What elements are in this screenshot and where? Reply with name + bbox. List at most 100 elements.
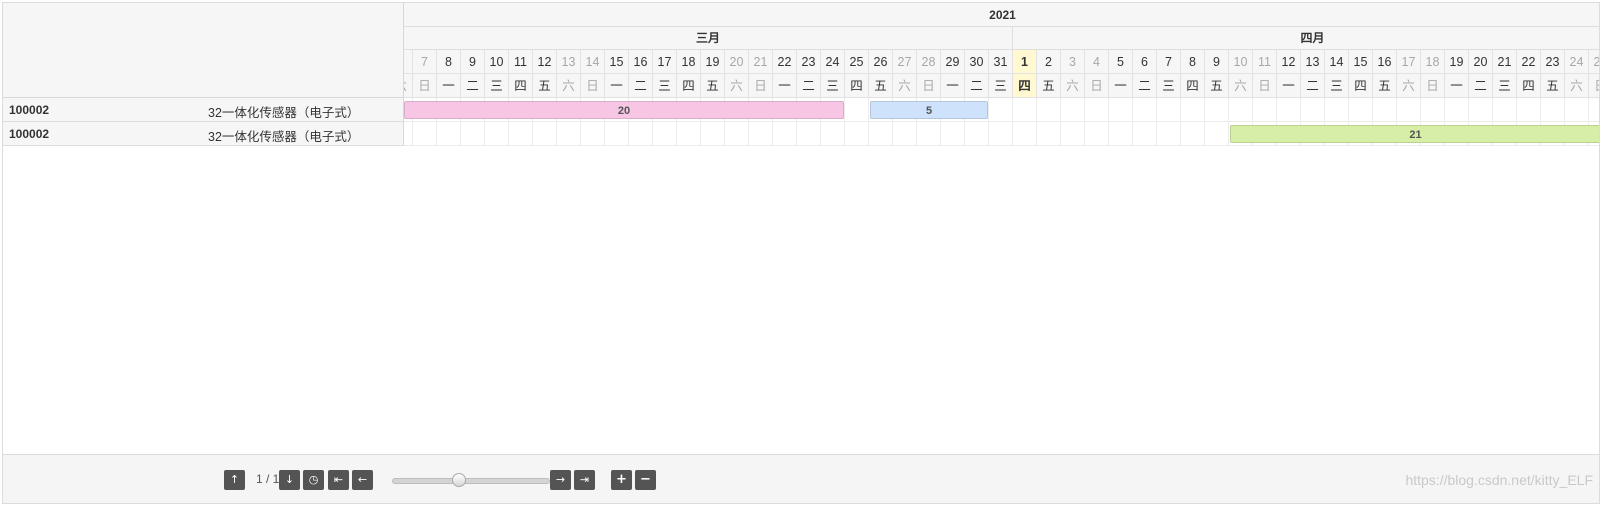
- minus-icon[interactable]: −: [635, 470, 656, 490]
- timeline-area: 2021 三月四月 六7日8一9二10三11四12五13六14日15一16二17…: [404, 3, 1599, 454]
- grid-cell: [1085, 122, 1109, 146]
- arrow-right-icon[interactable]: →: [550, 470, 571, 490]
- weekday-label: 五: [1373, 74, 1397, 98]
- grid-cell: [917, 122, 941, 146]
- weekday-label: 五: [533, 74, 557, 98]
- weekday-label: 三: [1493, 74, 1517, 98]
- grid-cell: [1061, 122, 1085, 146]
- grid-cell: [1517, 98, 1541, 122]
- weekday-label: 一: [1277, 74, 1301, 98]
- grid-cell: [1205, 122, 1229, 146]
- day-number: 18: [1421, 50, 1445, 74]
- grid-cell: [1277, 98, 1301, 122]
- weekday-label: 二: [461, 74, 485, 98]
- weekday-label: 五: [1541, 74, 1565, 98]
- grid-cell: [1157, 98, 1181, 122]
- weekday-label: 四: [1349, 74, 1373, 98]
- month-label: 四月: [1013, 27, 1599, 50]
- grid-cell: [1037, 98, 1061, 122]
- weekday-label: 日: [1421, 74, 1445, 98]
- grid-cell: [869, 122, 893, 146]
- weekday-label: 六: [1061, 74, 1085, 98]
- grid-cell: [1541, 98, 1565, 122]
- grid-cell: [404, 122, 413, 146]
- grid-cell: [533, 122, 557, 146]
- plus-icon[interactable]: +: [611, 470, 632, 490]
- task-row[interactable]: 100002 32一体化传感器（电子式）: [3, 122, 404, 146]
- grid-cell: [821, 122, 845, 146]
- task-bar[interactable]: 21: [1230, 125, 1599, 143]
- navigation-bar: ↑ 1 / 1 ↓ ◷ ⇤ ← → ⇥ + − https://blog.csd…: [3, 454, 1599, 503]
- grid-cell: [1085, 98, 1109, 122]
- arrow-left-icon[interactable]: ←: [352, 470, 373, 490]
- grid-cell: [485, 122, 509, 146]
- weekday-label: 五: [1037, 74, 1061, 98]
- weekday-label: 一: [605, 74, 629, 98]
- slider-thumb[interactable]: [452, 473, 466, 487]
- day-number: 14: [581, 50, 605, 74]
- grid-cell: [1157, 122, 1181, 146]
- grid-cell: [893, 122, 917, 146]
- weekday-label: 四: [509, 74, 533, 98]
- weekday-label: 六: [404, 74, 413, 98]
- day-number: 17: [653, 50, 677, 74]
- weekday-label: 二: [797, 74, 821, 98]
- weekday-label: 三: [821, 74, 845, 98]
- task-row[interactable]: 100002 32一体化传感器（电子式）: [3, 98, 404, 122]
- grid-cell: [1133, 122, 1157, 146]
- day-number: 29: [941, 50, 965, 74]
- grid-cell: [605, 122, 629, 146]
- grid-cell: [1109, 122, 1133, 146]
- weekday-label: 三: [653, 74, 677, 98]
- month-label: 三月: [404, 27, 1013, 50]
- zoom-slider[interactable]: [392, 473, 550, 487]
- grid-cell: [1373, 98, 1397, 122]
- day-number: 15: [605, 50, 629, 74]
- task-bar[interactable]: 5: [870, 101, 988, 119]
- grid-cell: [1349, 98, 1373, 122]
- grid-cell: [1229, 98, 1253, 122]
- day-number: 20: [1469, 50, 1493, 74]
- task-name: 32一体化传感器（电子式）: [208, 130, 360, 144]
- grid-cell: [509, 122, 533, 146]
- day-number: 21: [1493, 50, 1517, 74]
- weekday-label: 日: [917, 74, 941, 98]
- clock-icon[interactable]: ◷: [303, 470, 324, 490]
- day-number: 22: [1517, 50, 1541, 74]
- grid-cell: [1445, 98, 1469, 122]
- weekday-label: 二: [1469, 74, 1493, 98]
- grid-cell: [1181, 98, 1205, 122]
- day-number: 30: [965, 50, 989, 74]
- arrow-up-icon[interactable]: ↑: [224, 470, 245, 490]
- grid-cell: [773, 122, 797, 146]
- grid-cell: [845, 122, 869, 146]
- task-bar[interactable]: 20: [404, 101, 844, 119]
- grid-cell: [1589, 98, 1599, 122]
- day-number: 14: [1325, 50, 1349, 74]
- day-number: 25: [1589, 50, 1599, 74]
- grid-cell: [797, 122, 821, 146]
- gantt-chart: 100002 32一体化传感器（电子式） 100002 32一体化传感器（电子式） 2…: [2, 2, 1600, 504]
- weekday-label: 一: [437, 74, 461, 98]
- day-number: 13: [557, 50, 581, 74]
- grid-cell: [965, 122, 989, 146]
- weekday-label: 四: [1013, 74, 1037, 98]
- scroll-end-icon[interactable]: ⇥: [574, 470, 595, 490]
- grid-cell: [701, 122, 725, 146]
- day-number: 31: [989, 50, 1013, 74]
- weekday-label: 六: [893, 74, 917, 98]
- scroll-begin-icon[interactable]: ⇤: [328, 470, 349, 490]
- weekday-label: 日: [1085, 74, 1109, 98]
- day-number: 7: [413, 50, 437, 74]
- day-number: 1: [1013, 50, 1037, 74]
- weekday-label: 六: [1397, 74, 1421, 98]
- day-number: 5: [1109, 50, 1133, 74]
- left-header-panel: [3, 3, 404, 98]
- day-number: 28: [917, 50, 941, 74]
- grid-cell: [1565, 98, 1589, 122]
- grid-cell: [629, 122, 653, 146]
- day-number: 19: [701, 50, 725, 74]
- arrow-down-icon[interactable]: ↓: [279, 470, 300, 490]
- day-number: 23: [1541, 50, 1565, 74]
- grid-cell: [413, 122, 437, 146]
